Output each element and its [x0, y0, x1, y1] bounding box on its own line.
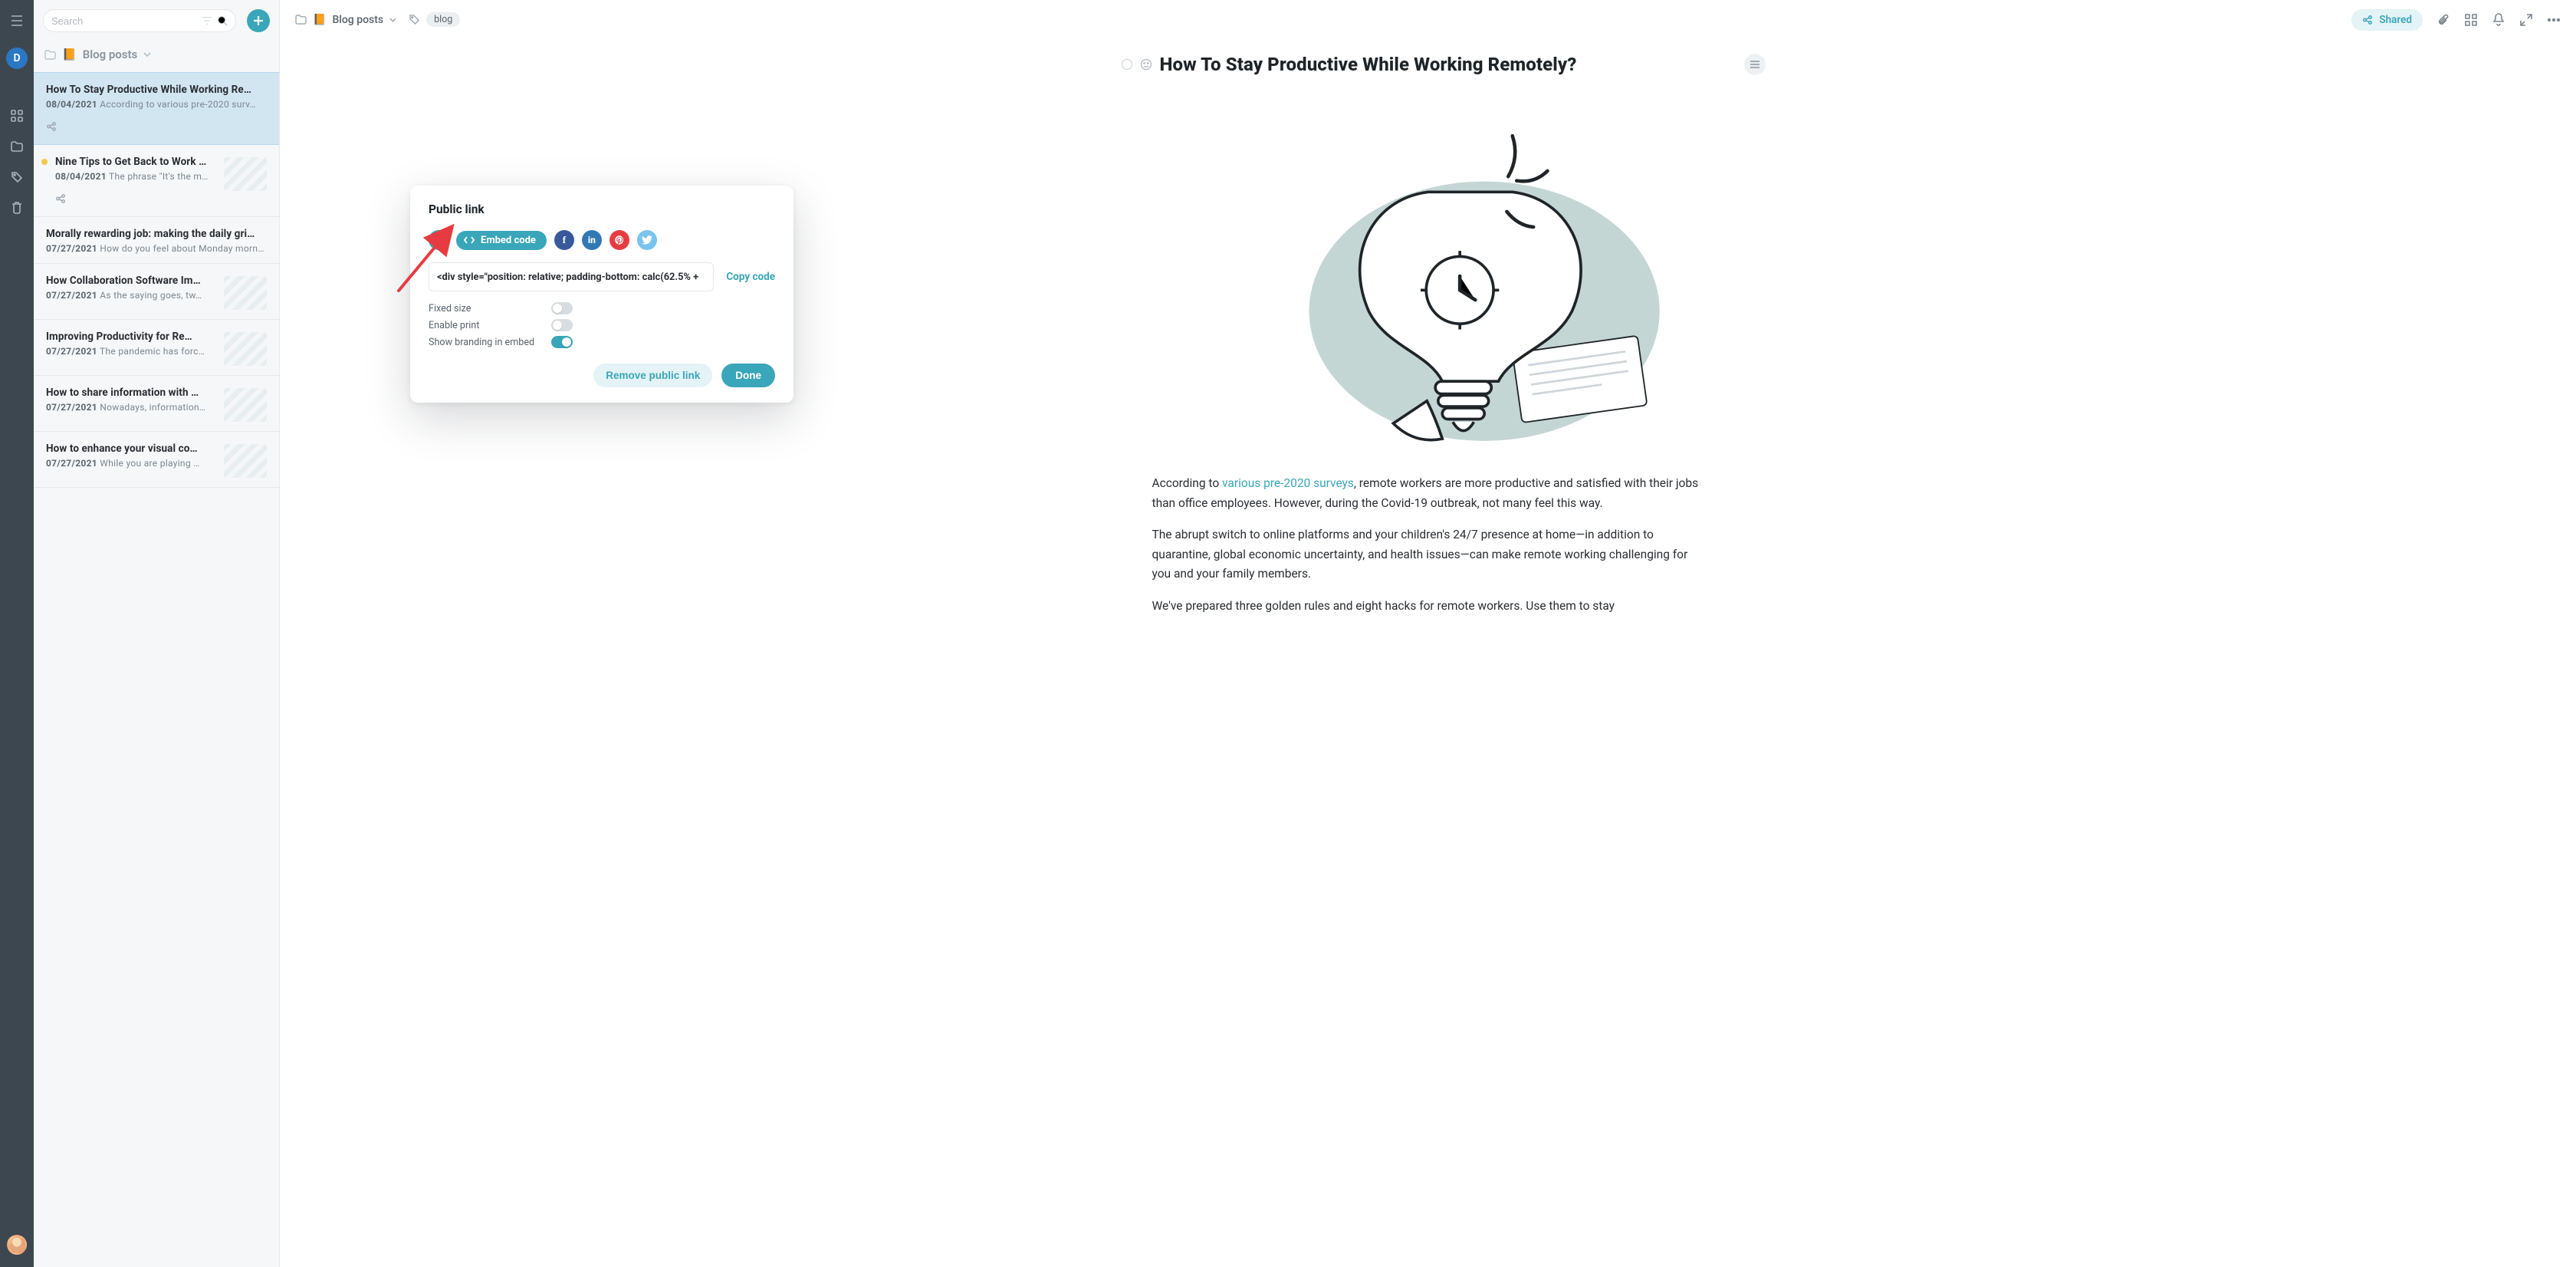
opt-print-label: Enable print: [429, 320, 536, 331]
topbar: 📙 Blog posts blog Shared: [280, 0, 2576, 40]
note-list: How To Stay Productive While Working Re……: [34, 72, 279, 1267]
document-scroll[interactable]: How To Stay Productive While Working Rem…: [280, 40, 2576, 1267]
note-meta: 07/27/2021 While you are playing …: [46, 458, 215, 469]
bell-icon[interactable]: [2492, 13, 2505, 27]
note-meta: 07/27/2021 How do you feel about Monday …: [46, 243, 267, 254]
breadcrumb-label[interactable]: Blog posts: [332, 14, 383, 26]
note-card[interactable]: Improving Productivity for Re… 07/27/2021…: [34, 320, 279, 376]
note-card[interactable]: How to share information with … 07/27/202…: [34, 376, 279, 432]
new-note-button[interactable]: [247, 9, 270, 32]
twitter-share-button[interactable]: [637, 230, 657, 250]
embed-code-button[interactable]: Embed code: [456, 231, 547, 250]
sidebar-breadcrumb[interactable]: 📙 Blog posts: [34, 41, 279, 72]
branding-toggle[interactable]: [551, 336, 573, 348]
user-avatar[interactable]: [7, 1235, 27, 1255]
chevron-down-icon[interactable]: [143, 52, 151, 57]
code-icon: [464, 235, 475, 245]
public-link-modal: Public link Embed code f in: [410, 186, 794, 403]
hero-illustration: [1122, 92, 1735, 460]
expand-icon[interactable]: [2519, 13, 2533, 27]
notes-sidebar: 📙 Blog posts How To Stay Productive Whil…: [34, 0, 280, 1267]
opt-fixed-label: Fixed size: [429, 303, 536, 314]
document-title[interactable]: How To Stay Productive While Working Rem…: [1160, 54, 1577, 75]
note-card[interactable]: Morally rewarding job: making the daily …: [34, 217, 279, 264]
grid-view-icon[interactable]: [2464, 13, 2478, 27]
folder-icon: [44, 50, 56, 60]
grid-icon[interactable]: [10, 109, 24, 123]
more-icon[interactable]: [2547, 13, 2561, 27]
shared-label: Shared: [2379, 14, 2412, 26]
notebook-emoji-icon: 📙: [313, 14, 326, 26]
filter-icon[interactable]: [202, 15, 212, 26]
note-thumbnail: [224, 444, 267, 478]
facebook-share-button[interactable]: f: [554, 230, 574, 250]
note-title: How to share information with …: [46, 387, 215, 399]
note-meta: 08/04/2021 According to various pre-2020…: [46, 99, 267, 110]
folder-icon: [295, 15, 307, 25]
title-menu-button[interactable]: [1744, 54, 1766, 75]
breadcrumb-label: Blog posts: [83, 48, 138, 61]
pinterest-share-button[interactable]: [610, 230, 629, 250]
search-icon: [217, 15, 228, 26]
note-title: Morally rewarding job: making the daily …: [46, 228, 267, 240]
share-icon: [2362, 15, 2373, 25]
share-link-button[interactable]: [429, 230, 449, 250]
para1-pre: According to: [1152, 476, 1223, 490]
document-body[interactable]: According to various pre-2020 surveys, r…: [1152, 474, 1704, 616]
workspace-avatar[interactable]: D: [6, 48, 28, 69]
embed-code-box[interactable]: <div style="position: relative; padding-…: [429, 262, 714, 291]
note-card[interactable]: How To Stay Productive While Working Re……: [34, 72, 279, 145]
enable-print-toggle[interactable]: [551, 319, 573, 331]
note-thumbnail: [224, 157, 267, 191]
note-meta: 07/27/2021 Nowadays, information…: [46, 402, 215, 413]
note-title: How to enhance your visual co…: [46, 443, 215, 455]
shared-button[interactable]: Shared: [2351, 9, 2423, 31]
note-thumbnail: [224, 332, 267, 366]
remove-public-link-button[interactable]: Remove public link: [593, 364, 712, 387]
para3: We've prepared three golden rules and ei…: [1152, 597, 1704, 617]
note-card[interactable]: How to enhance your visual co… 07/27/2021…: [34, 432, 279, 488]
tag-nav-icon[interactable]: [10, 170, 24, 184]
emoji-picker-icon[interactable]: [1140, 58, 1152, 71]
surveys-link[interactable]: various pre-2020 surveys: [1222, 476, 1354, 490]
linkedin-share-button[interactable]: in: [582, 230, 602, 250]
embed-label: Embed code: [481, 235, 536, 246]
done-button[interactable]: Done: [721, 364, 775, 387]
share-indicator-icon: [55, 193, 215, 207]
note-title: How Collaboration Software Im…: [46, 275, 215, 287]
note-thumbnail: [224, 388, 267, 422]
note-title: Nine Tips to Get Back to Work …: [55, 156, 215, 168]
share-indicator-icon: [46, 120, 267, 135]
opt-branding-label: Show branding in embed: [429, 337, 536, 348]
note-title: How To Stay Productive While Working Re…: [46, 84, 267, 96]
search-input-wrap[interactable]: [43, 9, 236, 32]
note-title: Improving Productivity for Re…: [46, 331, 215, 343]
para2: The abrupt switch to online platforms an…: [1152, 525, 1704, 584]
note-meta: 07/27/2021 As the saying goes, tw…: [46, 290, 215, 301]
hamburger-icon[interactable]: [10, 14, 24, 28]
notebook-emoji-icon: 📙: [62, 48, 77, 61]
folder-nav-icon[interactable]: [10, 140, 24, 153]
tag-chip[interactable]: blog: [426, 12, 460, 27]
trash-nav-icon[interactable]: [10, 201, 24, 215]
note-meta: 07/27/2021 The pandemic has forc…: [46, 346, 215, 357]
modal-title: Public link: [429, 202, 775, 216]
copy-code-button[interactable]: Copy code: [726, 271, 775, 283]
search-input[interactable]: [51, 15, 197, 27]
attachment-icon[interactable]: [2436, 13, 2450, 27]
fixed-size-toggle[interactable]: [551, 302, 573, 314]
left-rail: D: [0, 0, 34, 1267]
main-area: 📙 Blog posts blog Shared How To Stay: [280, 0, 2576, 1267]
note-thumbnail: [224, 276, 267, 310]
status-circle-icon[interactable]: [1122, 59, 1132, 70]
note-card[interactable]: Nine Tips to Get Back to Work … 08/04/202…: [34, 145, 279, 217]
chevron-down-icon[interactable]: [389, 18, 396, 22]
note-meta: 08/04/2021 The phrase "It's the m…: [55, 171, 215, 182]
tag-icon[interactable]: [409, 14, 420, 25]
note-card[interactable]: How Collaboration Software Im… 07/27/2021…: [34, 264, 279, 320]
